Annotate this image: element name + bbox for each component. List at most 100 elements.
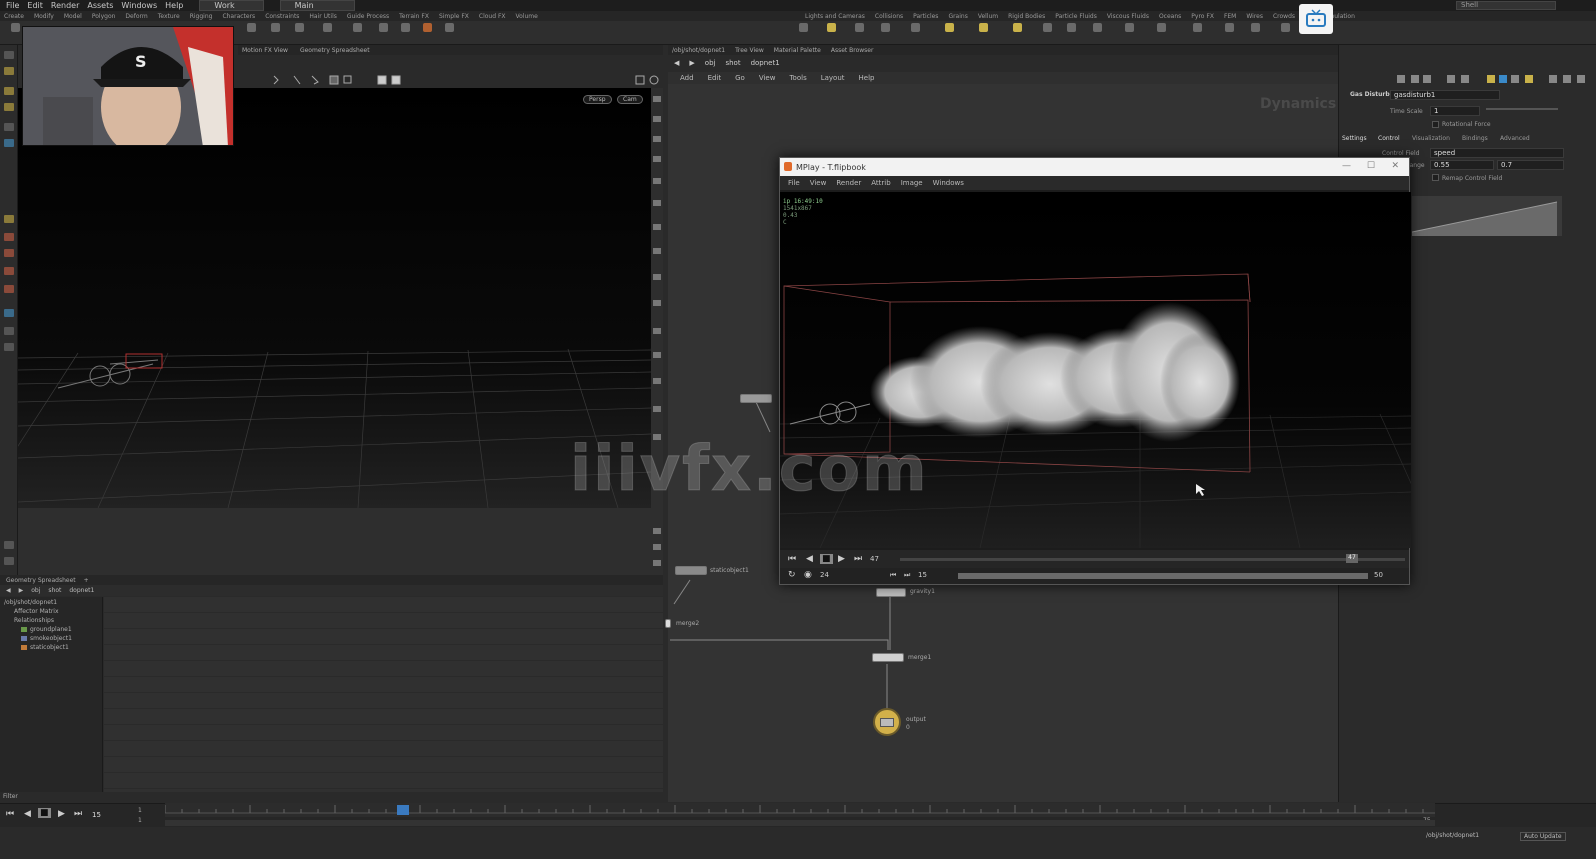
control-field-input[interactable]: speed bbox=[1430, 148, 1564, 158]
tree-item[interactable]: groundplane1 bbox=[30, 626, 72, 633]
time-scale-field[interactable]: 1 bbox=[1430, 106, 1480, 116]
time-scale-slider[interactable] bbox=[1486, 108, 1558, 110]
mplay-frame-marker[interactable]: 47 bbox=[1346, 554, 1358, 563]
light-icon[interactable] bbox=[972, 23, 994, 43]
menu-image[interactable]: Image bbox=[901, 179, 923, 187]
shelf-tab[interactable]: Model bbox=[64, 13, 82, 20]
range-start[interactable]: 15 bbox=[918, 571, 927, 579]
tab-control[interactable]: Control bbox=[1378, 135, 1400, 142]
shelf-tab[interactable]: Rigid Bodies bbox=[1008, 13, 1045, 20]
remap-checkbox[interactable] bbox=[1432, 174, 1439, 181]
add-tab-icon[interactable]: + bbox=[84, 577, 89, 584]
tab-bindings[interactable]: Bindings bbox=[1462, 135, 1488, 142]
last-frame-icon[interactable]: ⏭ bbox=[854, 554, 862, 564]
tab-motion-fx[interactable]: Motion FX View bbox=[242, 47, 288, 54]
node-name-field[interactable]: gasdisturb1 bbox=[1390, 90, 1500, 100]
menu-file[interactable]: File bbox=[6, 1, 19, 10]
tab-geometry-spreadsheet[interactable]: Geometry Spreadsheet bbox=[6, 577, 76, 584]
persp-menu-button[interactable]: Persp bbox=[583, 95, 612, 104]
start-frame[interactable]: 1 bbox=[138, 807, 142, 814]
camera-icon[interactable] bbox=[1244, 23, 1266, 43]
rotational-force-checkbox[interactable] bbox=[1432, 121, 1439, 128]
shelf-tab[interactable]: Collisions bbox=[875, 13, 903, 20]
tree-item[interactable]: staticobject1 bbox=[30, 644, 69, 651]
tab-asset-browser[interactable]: Asset Browser bbox=[831, 47, 874, 54]
back-icon[interactable]: ◀ bbox=[674, 59, 679, 67]
stop-icon[interactable]: ■ bbox=[38, 808, 51, 818]
shelf-tool-icon[interactable] bbox=[264, 23, 286, 43]
step-icon[interactable]: ⏮ bbox=[890, 571, 896, 580]
light-icon[interactable] bbox=[1006, 23, 1028, 43]
menu-assets[interactable]: Assets bbox=[87, 1, 113, 10]
handle-tool-icon[interactable] bbox=[4, 139, 14, 147]
display-tool-icon[interactable] bbox=[4, 343, 14, 351]
shelf-tab[interactable]: Hair Utils bbox=[309, 13, 336, 20]
menu-edit[interactable]: Edit bbox=[27, 1, 43, 10]
shelf-tool-icon[interactable] bbox=[416, 23, 438, 43]
shelf-tab[interactable]: Pyro FX bbox=[1191, 13, 1214, 20]
play-icon[interactable]: ▶ bbox=[838, 554, 845, 564]
camera-icon[interactable] bbox=[792, 23, 814, 43]
shelf-tab[interactable]: Cloud FX bbox=[479, 13, 506, 20]
mplay-titlebar[interactable]: MPlay - T.flipbook — ☐ ✕ bbox=[780, 158, 1409, 176]
minimize-icon[interactable]: — bbox=[1342, 161, 1351, 171]
timeline-range[interactable] bbox=[165, 820, 1435, 826]
staticobject-node[interactable] bbox=[675, 566, 707, 575]
light-icon[interactable] bbox=[1060, 23, 1082, 43]
realtime-icon[interactable]: ◉ bbox=[804, 570, 812, 580]
shelf-tool-icon[interactable] bbox=[394, 23, 416, 43]
shelf-tab[interactable]: Texture bbox=[158, 13, 180, 20]
menu-layout[interactable]: Layout bbox=[821, 74, 845, 82]
play-backward-icon[interactable]: ◀ bbox=[24, 809, 31, 819]
step-icon[interactable]: ⏭ bbox=[904, 571, 910, 580]
camera-tool-icon[interactable] bbox=[4, 557, 14, 565]
shelf-tab[interactable]: Rigging bbox=[190, 13, 213, 20]
light-icon[interactable] bbox=[904, 23, 926, 43]
play-icon[interactable]: ▶ bbox=[58, 809, 65, 819]
snap-tool-icon[interactable] bbox=[4, 249, 14, 257]
menu-render[interactable]: Render bbox=[836, 179, 861, 187]
pose-tool-icon[interactable] bbox=[4, 123, 14, 131]
start-frame-b[interactable]: 1 bbox=[138, 817, 142, 824]
menu-view[interactable]: View bbox=[759, 74, 776, 82]
auto-update-button[interactable]: Auto Update bbox=[1520, 832, 1566, 841]
camera-icon[interactable] bbox=[1218, 23, 1240, 43]
spreadsheet-table[interactable] bbox=[104, 597, 663, 792]
tab-visualization[interactable]: Visualization bbox=[1412, 135, 1450, 142]
select-tool-icon[interactable] bbox=[4, 51, 14, 59]
shelf-tab[interactable]: Crowds bbox=[1273, 13, 1295, 20]
shelf-tab[interactable]: Viscous Fluids bbox=[1107, 13, 1149, 20]
filter-label[interactable]: Filter bbox=[0, 792, 103, 802]
desktop-select[interactable]: Work bbox=[199, 0, 264, 11]
back-icon[interactable]: ◀ bbox=[6, 587, 11, 594]
output-node[interactable] bbox=[873, 708, 901, 736]
forward-icon[interactable]: ▶ bbox=[689, 59, 694, 67]
shelf-tool-icon[interactable] bbox=[372, 23, 394, 43]
view-tool-icon[interactable] bbox=[4, 215, 14, 223]
menu-go[interactable]: Go bbox=[735, 74, 745, 82]
display-tool-icon[interactable] bbox=[4, 309, 14, 317]
tree-item[interactable]: Relationships bbox=[14, 617, 54, 624]
tab-geometry-spreadsheet[interactable]: Geometry Spreadsheet bbox=[300, 47, 370, 54]
remap-ramp[interactable] bbox=[1412, 196, 1562, 236]
camera-icon[interactable] bbox=[1274, 23, 1296, 43]
gravity-node[interactable] bbox=[876, 588, 906, 597]
path-obj[interactable]: obj bbox=[31, 587, 40, 594]
menu-windows[interactable]: Windows bbox=[121, 1, 157, 10]
path-net[interactable]: shot bbox=[725, 59, 740, 67]
shelf-tab[interactable]: Wires bbox=[1246, 13, 1263, 20]
light-icon[interactable] bbox=[1150, 23, 1172, 43]
shelf-tab[interactable]: Particle Fluids bbox=[1055, 13, 1097, 20]
snap-tool-icon[interactable] bbox=[4, 233, 14, 241]
loop-icon[interactable]: ↻ bbox=[788, 570, 796, 580]
shelf-tab[interactable]: Deform bbox=[125, 13, 147, 20]
fps-value[interactable]: 24 bbox=[820, 571, 829, 579]
display-tool-icon[interactable] bbox=[4, 327, 14, 335]
transform-tool-icon[interactable] bbox=[4, 67, 14, 75]
menu-file[interactable]: File bbox=[788, 179, 800, 187]
path-net[interactable]: shot bbox=[48, 587, 61, 594]
scale-tool-icon[interactable] bbox=[4, 103, 14, 111]
shelf-tab[interactable]: Characters bbox=[222, 13, 255, 20]
shelf-tab[interactable]: Simple FX bbox=[439, 13, 469, 20]
light-icon[interactable] bbox=[820, 23, 842, 43]
